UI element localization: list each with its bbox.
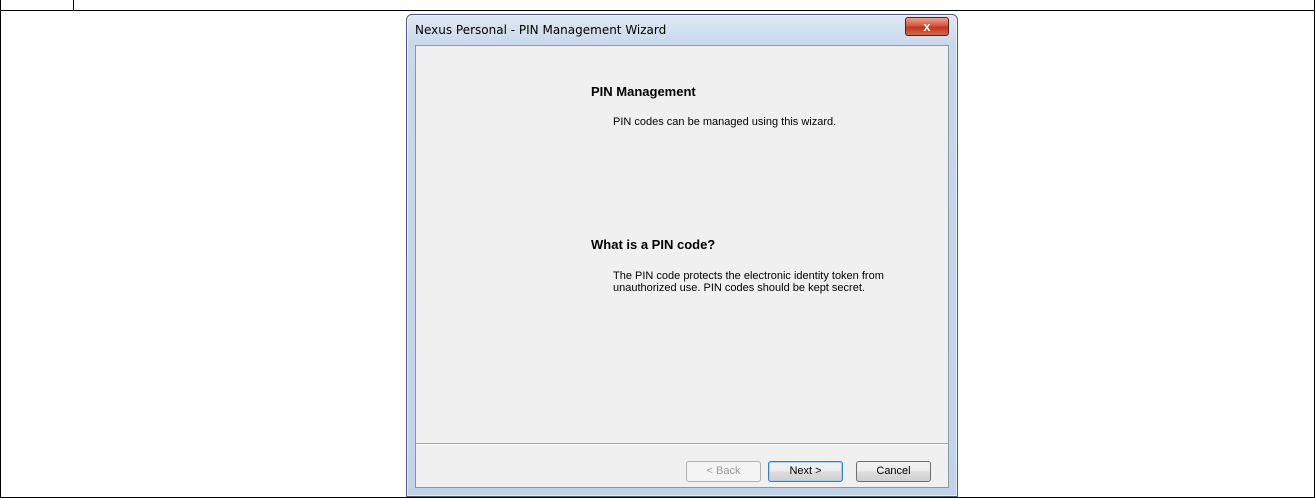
pin-management-heading: PIN Management <box>591 84 696 99</box>
what-is-pin-heading: What is a PIN code? <box>591 237 716 252</box>
pin-management-description: PIN codes can be managed using this wiza… <box>613 116 837 128</box>
title-bar[interactable]: Nexus Personal - PIN Management Wizard x <box>407 15 957 45</box>
wizard-client-area: PIN Management PIN codes can be managed … <box>415 45 949 488</box>
what-is-pin-description: The PIN code protects the electronic ide… <box>613 270 884 294</box>
wizard-window: Nexus Personal - PIN Management Wizard x… <box>406 14 958 497</box>
button-separator <box>416 443 948 445</box>
next-button[interactable]: Next > <box>768 461 843 482</box>
outer-frame-divider <box>73 0 74 10</box>
close-icon: x <box>923 19 931 34</box>
wizard-content: PIN Management PIN codes can be managed … <box>416 46 948 440</box>
back-button[interactable]: < Back <box>686 461 761 482</box>
close-button[interactable]: x <box>905 17 949 36</box>
window-title: Nexus Personal - PIN Management Wizard <box>415 23 667 37</box>
cancel-button[interactable]: Cancel <box>856 461 931 482</box>
